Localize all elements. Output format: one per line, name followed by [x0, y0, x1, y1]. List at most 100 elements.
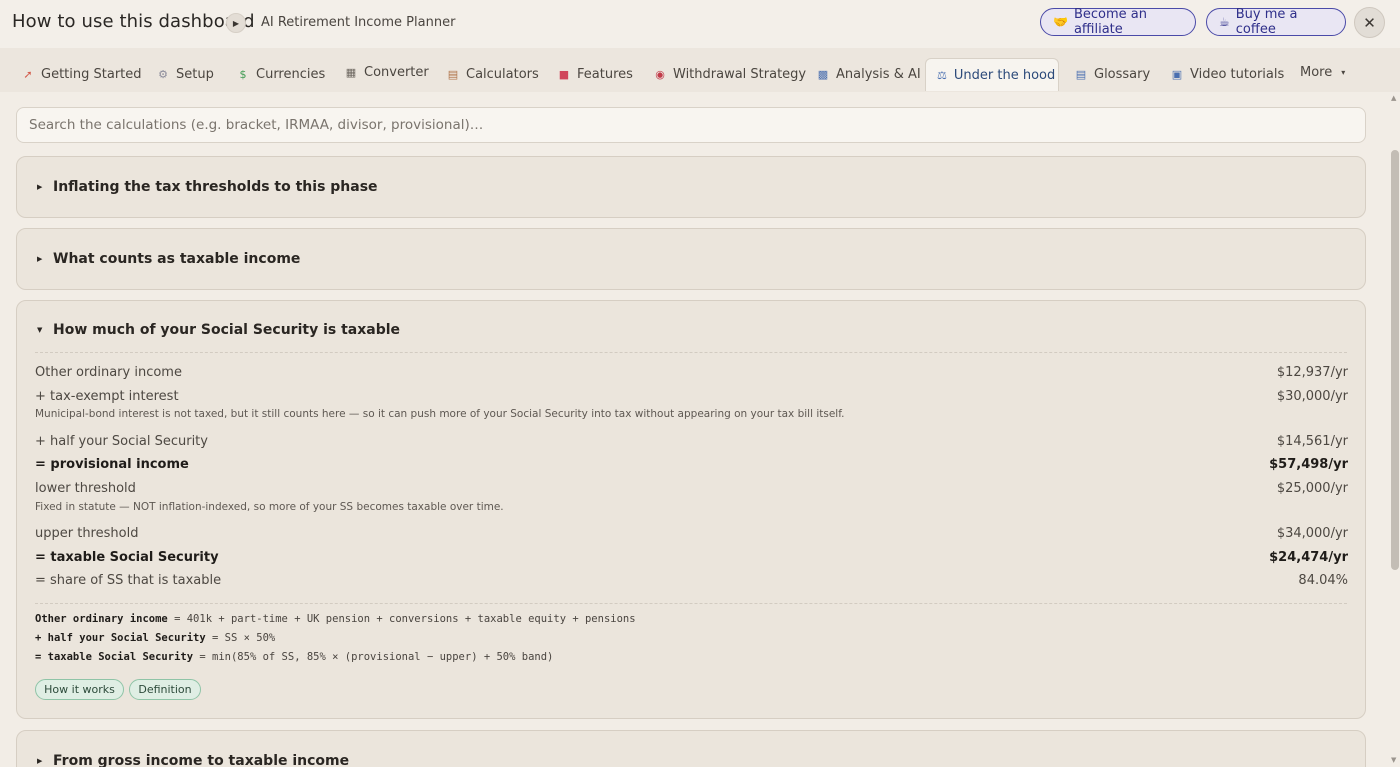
- tab-label: Analysis & AI: [836, 66, 921, 82]
- row-label: upper threshold: [35, 525, 139, 541]
- app-subtitle: AI Retirement Income Planner: [261, 15, 456, 30]
- row-value: $24,474/yr: [1269, 549, 1348, 565]
- scroll-down-icon[interactable]: ▼: [1391, 756, 1396, 764]
- tab-currencies[interactable]: $ Currencies: [237, 59, 326, 89]
- tab-converter[interactable]: ▦ Converter: [345, 57, 429, 87]
- tab-label: Video tutorials: [1190, 66, 1285, 82]
- formula-lhs: = taxable Social Security: [35, 651, 194, 663]
- tab-label: Currencies: [256, 66, 326, 82]
- tab-analysis-ai[interactable]: ▩ Analysis & AI: [817, 59, 921, 89]
- row-value: $14,561/yr: [1276, 433, 1348, 449]
- toolbox-icon: ■: [558, 67, 570, 81]
- tab-features[interactable]: ■ Features: [558, 59, 633, 89]
- formula-rhs: = min(85% of SS, 85% × (provisional − up…: [193, 651, 554, 663]
- calc-row-total: = provisional income $57,498/yr: [35, 454, 1348, 474]
- play-tutorial-button[interactable]: ▶: [226, 13, 246, 33]
- play-icon: ▶: [232, 18, 240, 28]
- search-input[interactable]: [16, 107, 1366, 143]
- collapsed-triangle-icon: ▶: [37, 757, 43, 765]
- calculator-icon: ▦: [345, 65, 357, 79]
- close-button[interactable]: ✕: [1354, 7, 1385, 38]
- scrollbar-thumb[interactable]: [1391, 150, 1399, 570]
- abacus-icon: ▤: [447, 67, 459, 81]
- tab-withdrawal-strategy[interactable]: ◉ Withdrawal Strategy: [654, 59, 806, 89]
- calc-row: + tax-exempt interest $30,000/yr: [35, 386, 1348, 406]
- divider: [35, 352, 1347, 353]
- calc-row-total: = taxable Social Security $24,474/yr: [35, 547, 1348, 567]
- affiliate-label: Become an affiliate: [1073, 7, 1147, 37]
- tab-bar: ➚ Getting Started ⚙ Setup $ Currencies ▦…: [0, 48, 1400, 92]
- row-value: $12,937/yr: [1276, 364, 1348, 380]
- tab-calculators[interactable]: ▤ Calculators: [447, 59, 539, 89]
- tab-getting-started[interactable]: ➚ Getting Started: [22, 59, 142, 89]
- formula-rhs: = 401k + part-time + UK pension + conver…: [167, 613, 636, 625]
- calc-row: lower threshold $25,000/yr: [35, 478, 1348, 498]
- formula-line: + half your Social Security = SS × 50%: [35, 632, 275, 644]
- section-header[interactable]: ▶ What counts as taxable income: [37, 251, 300, 267]
- main-content: ▶ Inflating the tax thresholds to this p…: [0, 92, 1390, 767]
- divider: [35, 603, 1347, 604]
- microscope-icon: ⚖: [937, 68, 947, 82]
- section-title: From gross income to taxable income: [53, 753, 350, 767]
- tab-label: Under the hood: [953, 67, 1056, 83]
- film-icon: ▣: [1171, 67, 1183, 81]
- row-label: + half your Social Security: [35, 433, 208, 449]
- tab-label: Calculators: [466, 66, 539, 82]
- caret-down-icon: ▾: [1341, 67, 1346, 77]
- row-label: = taxable Social Security: [35, 549, 219, 565]
- calc-row: Other ordinary income $12,937/yr: [35, 362, 1348, 382]
- calc-row: = share of SS that is taxable 84.04%: [35, 570, 1348, 590]
- row-label: + tax-exempt interest: [35, 388, 179, 404]
- tab-more[interactable]: More ▾: [1300, 57, 1345, 87]
- gear-icon: ⚙: [158, 67, 168, 81]
- row-label: = provisional income: [35, 456, 189, 472]
- tab-label: Getting Started: [41, 66, 142, 82]
- calc-row: + half your Social Security $14,561/yr: [35, 431, 1348, 451]
- row-value: $34,000/yr: [1276, 525, 1348, 541]
- tab-label: Converter: [364, 64, 429, 80]
- tag-definition[interactable]: Definition: [129, 679, 201, 700]
- book-icon: ▤: [1075, 67, 1087, 81]
- handshake-icon: 🤝: [1053, 15, 1068, 29]
- row-note: Fixed in statute — NOT inflation-indexed…: [35, 501, 504, 513]
- scroll-up-icon[interactable]: ▲: [1391, 94, 1396, 102]
- dollar-icon: $: [239, 67, 247, 81]
- tab-label: Glossary: [1094, 66, 1151, 82]
- section-social-security-taxable: ▼ How much of your Social Security is ta…: [16, 300, 1366, 719]
- tab-glossary[interactable]: ▤ Glossary: [1075, 59, 1150, 89]
- row-label: Other ordinary income: [35, 364, 182, 380]
- row-label: = share of SS that is taxable: [35, 572, 222, 588]
- calc-row: upper threshold $34,000/yr: [35, 523, 1348, 543]
- section-taxable-income[interactable]: ▶ What counts as taxable income: [16, 228, 1366, 290]
- tab-label: Setup: [176, 66, 214, 82]
- tab-setup[interactable]: ⚙ Setup: [157, 59, 214, 89]
- tab-video-tutorials[interactable]: ▣ Video tutorials: [1171, 59, 1284, 89]
- row-label: lower threshold: [35, 480, 136, 496]
- vertical-scrollbar[interactable]: ▲ ▼: [1390, 92, 1400, 767]
- coffee-icon: ☕: [1219, 15, 1230, 29]
- section-header[interactable]: ▶ Inflating the tax thresholds to this p…: [37, 179, 378, 195]
- tab-label: More: [1300, 64, 1333, 80]
- section-gross-to-taxable[interactable]: ▶ From gross income to taxable income: [16, 730, 1366, 767]
- become-affiliate-button[interactable]: 🤝 Become an affiliate: [1040, 7, 1196, 37]
- formula-rhs: = SS × 50%: [205, 632, 276, 644]
- row-value: 84.04%: [1298, 572, 1348, 588]
- target-icon: ◉: [655, 67, 665, 81]
- expanded-triangle-icon: ▼: [37, 326, 43, 334]
- section-header[interactable]: ▶ From gross income to taxable income: [37, 753, 349, 767]
- row-value: $30,000/yr: [1276, 388, 1348, 404]
- section-header[interactable]: ▼ How much of your Social Security is ta…: [37, 322, 400, 338]
- section-inflating-thresholds[interactable]: ▶ Inflating the tax thresholds to this p…: [16, 156, 1366, 218]
- collapsed-triangle-icon: ▶: [37, 183, 43, 191]
- page-title: How to use this dashboard: [12, 11, 255, 32]
- section-title: How much of your Social Security is taxa…: [53, 322, 401, 338]
- coffee-label: Buy me a coffee: [1235, 7, 1298, 37]
- tab-under-the-hood[interactable]: ⚖ Under the hood: [925, 58, 1059, 91]
- collapsed-triangle-icon: ▶: [37, 255, 43, 263]
- bar-chart-icon: ▩: [817, 67, 829, 81]
- buy-coffee-button[interactable]: ☕ Buy me a coffee: [1206, 7, 1346, 37]
- formula-line: Other ordinary income = 401k + part-time…: [35, 613, 636, 625]
- tag-how-it-works[interactable]: How it works: [35, 679, 124, 700]
- formula-line: = taxable Social Security = min(85% of S…: [35, 651, 553, 663]
- tab-label: Features: [577, 66, 633, 82]
